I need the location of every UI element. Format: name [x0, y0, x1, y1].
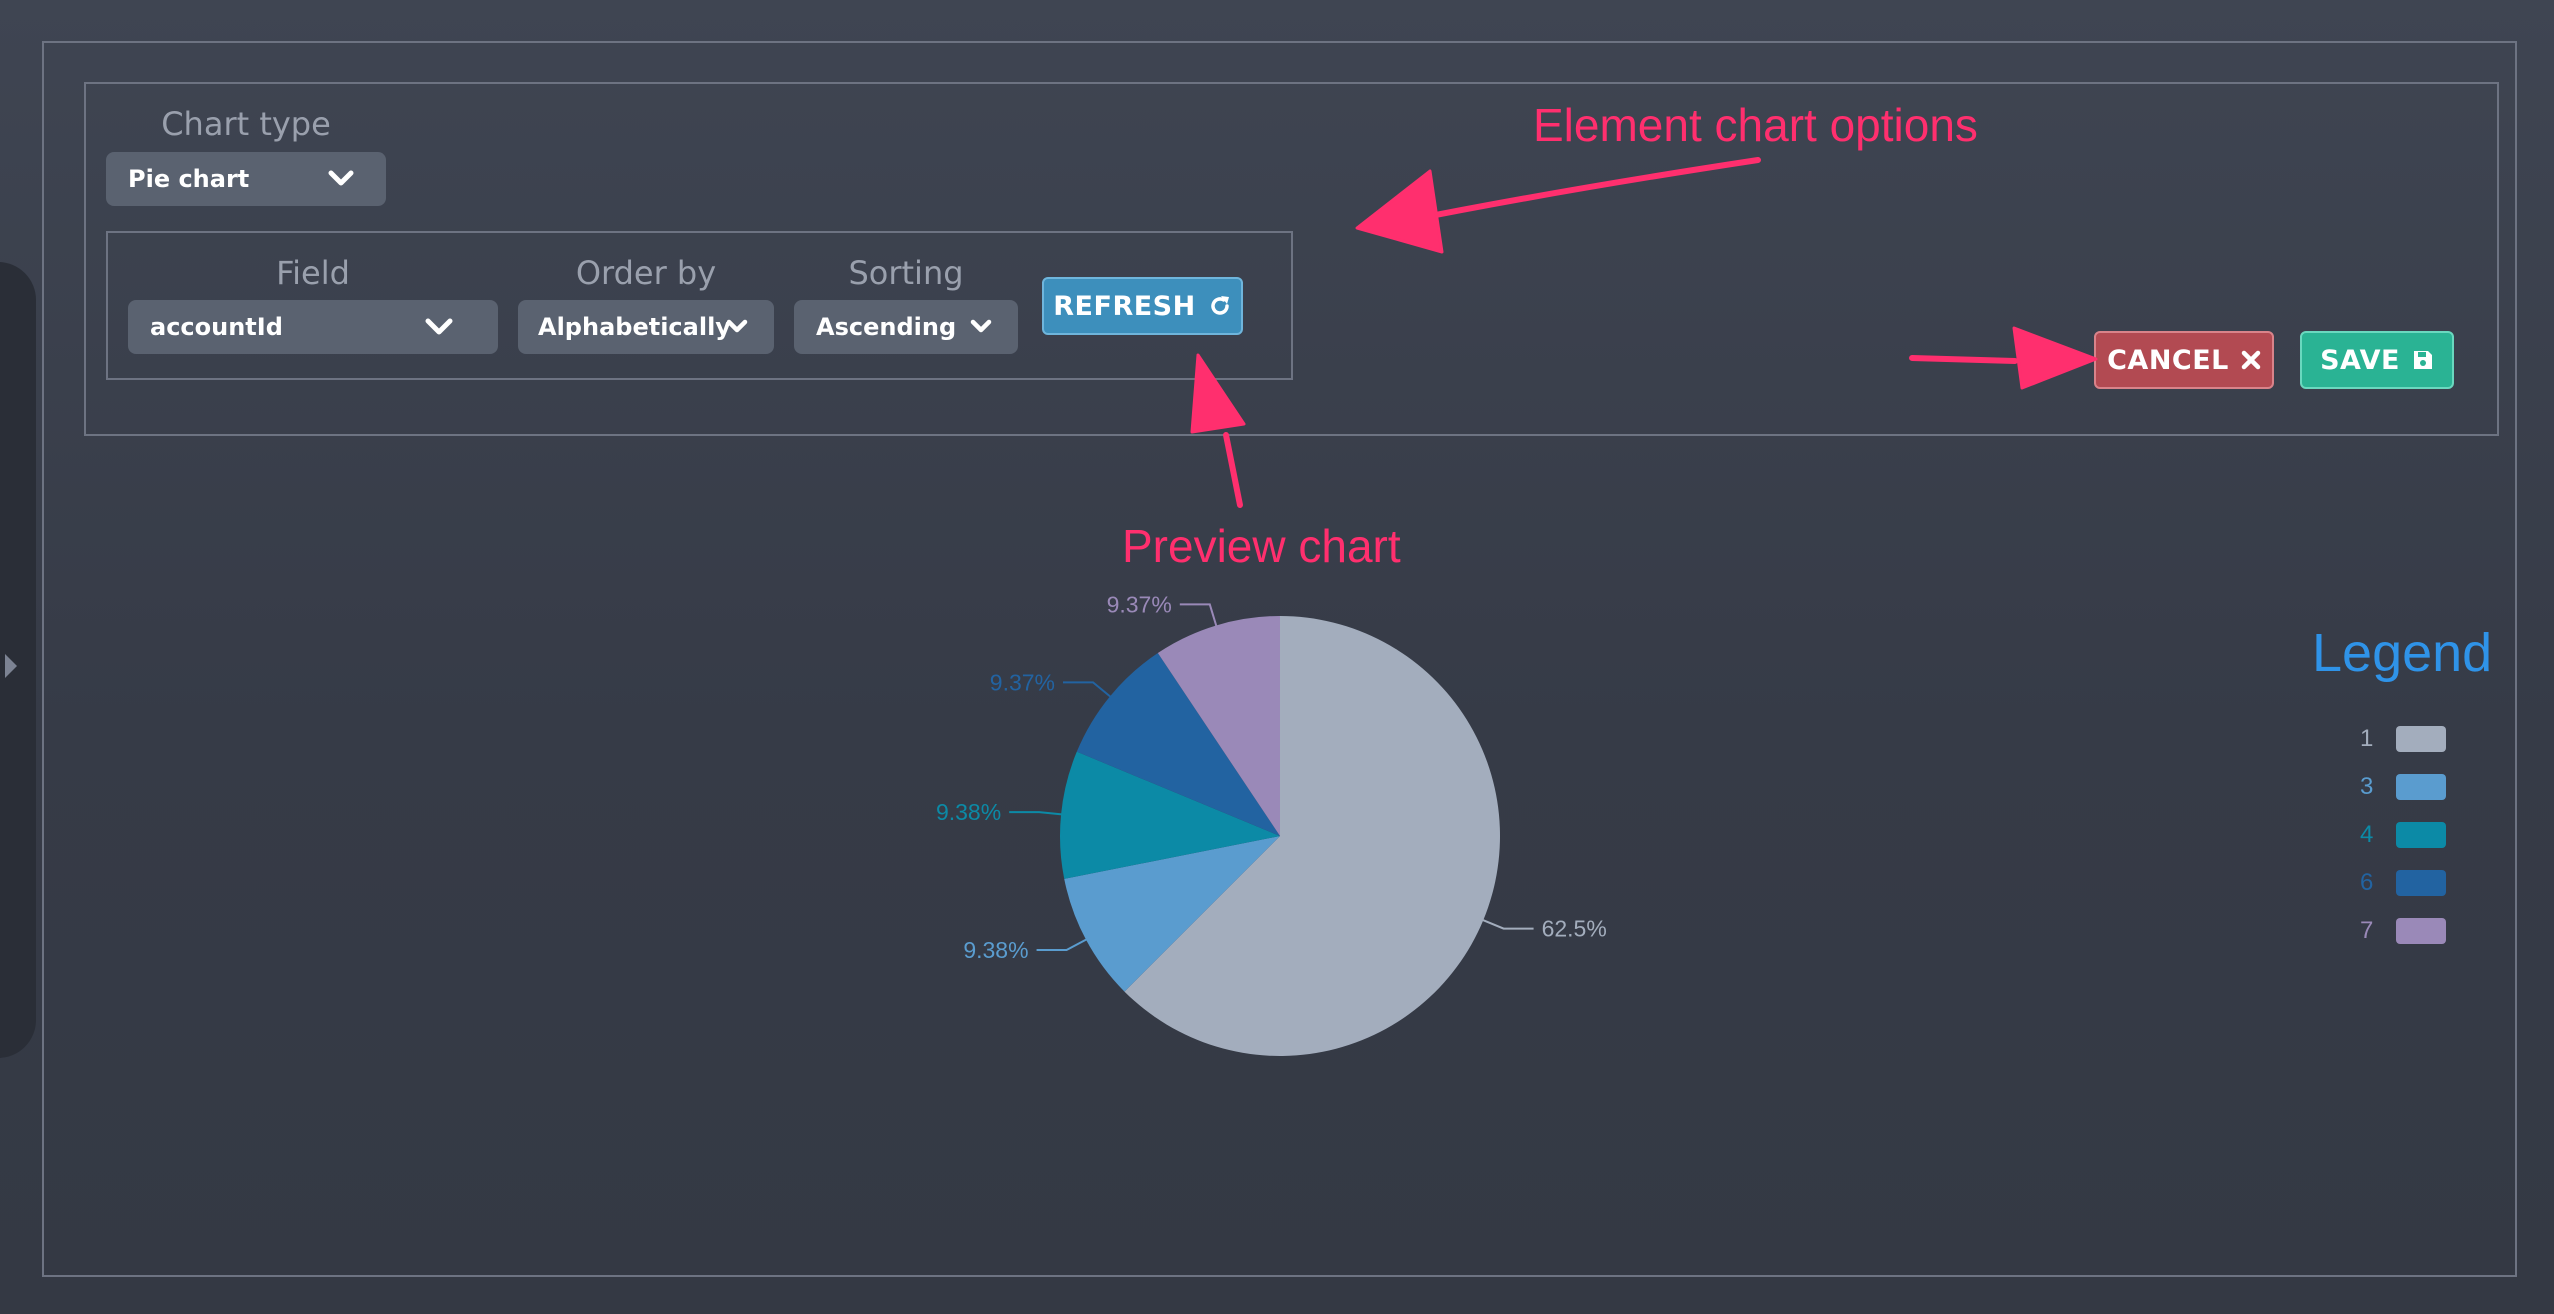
- legend-item-label: 1: [2360, 725, 2374, 752]
- pie-leader-line-7: [1179, 603, 1218, 628]
- legend-item-6[interactable]: 6: [2360, 868, 2460, 898]
- pie-leader-line-3: [1036, 937, 1089, 952]
- legend-item-1[interactable]: 1: [2360, 724, 2460, 754]
- legend-swatch: [2396, 726, 2446, 752]
- legend-item-label: 3: [2360, 773, 2374, 800]
- legend-item-label: 6: [2360, 869, 2374, 896]
- legend-swatch: [2396, 918, 2446, 944]
- pie-leader-line-1: [1481, 918, 1534, 930]
- legend-swatch: [2396, 822, 2446, 848]
- pie-value-label-1: 62.5%: [1542, 916, 1607, 942]
- legend-item-3[interactable]: 3: [2360, 772, 2460, 802]
- pie-value-label-3: 9.38%: [963, 937, 1028, 963]
- legend-item-label: 7: [2360, 917, 2374, 944]
- legend-title: Legend: [2312, 623, 2493, 683]
- legend-item-4[interactable]: 4: [2360, 820, 2460, 850]
- pie-value-label-7: 9.37%: [1107, 591, 1172, 617]
- legend-item-7[interactable]: 7: [2360, 916, 2460, 946]
- pie-leader-line-4: [1009, 811, 1064, 816]
- legend-swatch: [2396, 870, 2446, 896]
- pie-chart: 62.5% 9.38% 9.38% 9.37% 9.37%: [936, 591, 1607, 1056]
- legend-swatch: [2396, 774, 2446, 800]
- pie-leader-line-6: [1063, 681, 1113, 699]
- legend-item-label: 4: [2360, 821, 2374, 848]
- pie-value-label-6: 9.37%: [990, 669, 1055, 695]
- pie-value-label-4: 9.38%: [936, 799, 1001, 825]
